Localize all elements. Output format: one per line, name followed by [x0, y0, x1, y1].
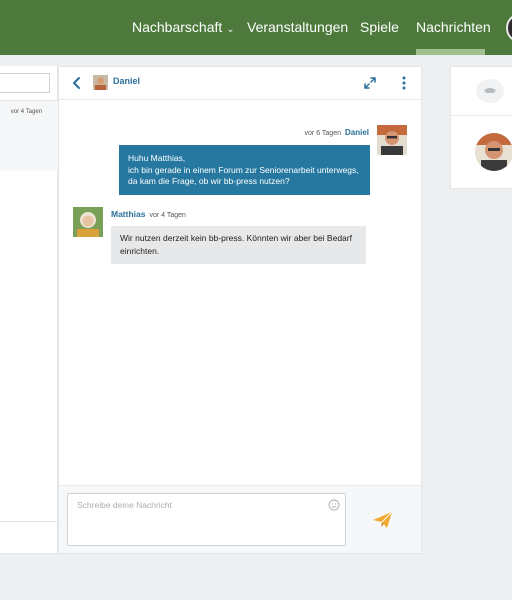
- emoji-icon[interactable]: [328, 498, 340, 511]
- message-meta: Matthias vor 4 Tagen: [111, 209, 186, 219]
- message-composer: [59, 485, 421, 553]
- nav-active-indicator: [416, 49, 485, 55]
- message-meta: vor 6 Tagen Daniel: [305, 128, 369, 137]
- contact-avatar: [93, 75, 108, 90]
- avatar: [73, 207, 103, 237]
- nav-item-veranstaltungen[interactable]: Veranstaltungen: [247, 0, 348, 55]
- nav-item-spiele[interactable]: Spiele: [360, 0, 399, 55]
- handshake-icon: [476, 79, 504, 103]
- nav-item-nachrichten[interactable]: Nachrichten: [416, 0, 491, 55]
- contact-avatar[interactable]: [475, 133, 512, 171]
- expand-icon[interactable]: [362, 75, 378, 91]
- nav-item-nachbarschaft[interactable]: Nachbarschaft ⌄: [132, 0, 235, 55]
- message-bubble-incoming: Wir nutzen derzeit kein bb-press. Könnte…: [111, 226, 366, 264]
- send-icon[interactable]: [372, 511, 394, 529]
- chat-panel: Daniel vor 6 Tagen Daniel Huhu Matthias, …: [58, 66, 422, 554]
- message-bubble-outgoing: Huhu Matthias, ich bin gerade in einem F…: [119, 145, 370, 195]
- chevron-down-icon: ⌄: [226, 24, 235, 35]
- conversation-list: vor 4 Tagen: [0, 66, 58, 554]
- avatar: [377, 125, 407, 155]
- divider: [451, 115, 512, 116]
- message-time: vor 4 Tagen: [149, 212, 186, 219]
- message-time: vor 6 Tagen: [304, 130, 341, 137]
- message-author[interactable]: Matthias: [111, 209, 145, 219]
- more-options-icon[interactable]: [399, 74, 409, 92]
- message-author[interactable]: Daniel: [345, 128, 369, 137]
- divider: [0, 521, 58, 522]
- message-input[interactable]: [67, 493, 346, 546]
- back-arrow-icon[interactable]: [69, 73, 85, 93]
- top-navigation: Nachbarschaft ⌄ Veranstaltungen Spiele Na…: [0, 0, 512, 55]
- conversation-search-input[interactable]: [0, 73, 50, 93]
- user-avatar[interactable]: [506, 13, 512, 43]
- chat-header: Daniel: [59, 67, 421, 100]
- contact-info-panel: [450, 66, 512, 189]
- nav-item-label: Nachbarschaft: [132, 19, 223, 35]
- contact-name[interactable]: Daniel: [113, 76, 140, 86]
- conversation-time: vor 4 Tagen: [10, 109, 42, 115]
- conversation-item[interactable]: vor 4 Tagen: [0, 101, 58, 171]
